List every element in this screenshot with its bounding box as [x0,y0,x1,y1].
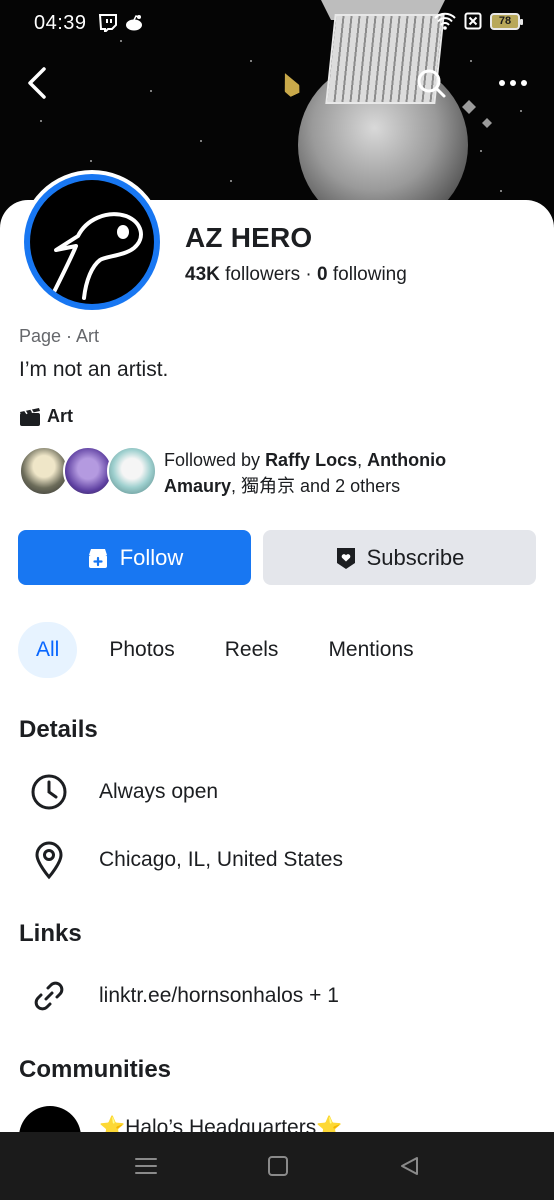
search-button[interactable] [408,60,454,106]
hours-row: Always open [26,770,218,814]
recents-menu-icon[interactable] [132,1154,160,1178]
back-button[interactable] [14,60,60,106]
clapperboard-icon [20,407,40,426]
mutual-avatar [107,446,157,496]
profile-avatar[interactable] [20,170,164,314]
twitch-icon [98,14,117,32]
clock-icon [26,770,72,814]
mutual-followers-text[interactable]: Followed by Raffy Locs, Anthonio Amaury,… [164,447,494,499]
follow-button-label: Follow [119,544,184,570]
reddit-icon [126,15,142,31]
top-nav [0,60,554,108]
mutual-prefix: Followed by [164,450,266,470]
followers-label: followers [225,264,301,285]
following-count: 0 [317,264,328,285]
subscribe-button-label: Subscribe [366,544,465,570]
follow-button[interactable]: Follow [18,530,251,585]
category-tag-label: Art [47,406,73,426]
mutual-suffix: and 2 others [295,476,401,496]
tab-all[interactable]: All [18,622,78,678]
page-title: AZ HERO [185,222,313,253]
subscribe-button[interactable]: Subscribe [263,530,536,585]
wifi-icon [434,12,456,30]
search-icon [417,69,446,98]
following-label: following [332,264,407,285]
profile-tabs: All Photos Reels Mentions [18,622,446,678]
link-icon [26,974,72,1018]
bio-text: I’m not an artist. [19,358,169,381]
mutual-name-plain: 獨角京 [241,476,296,496]
more-dots-icon [499,80,527,86]
link-text: linktr.ee/hornsonhalos + 1 [99,984,339,1007]
more-options-button[interactable] [490,60,536,106]
sim-off-icon [464,12,482,30]
back-triangle-icon[interactable] [396,1154,424,1178]
system-nav-bar [0,1132,554,1200]
follow-stats[interactable]: 43K followers · 0 following [185,264,407,286]
bird-drawing-icon [52,212,143,300]
profile-sheet [0,200,554,1200]
location-text: Chicago, IL, United States [99,848,343,871]
mutual-name: Raffy Locs [265,450,358,470]
follow-plus-icon [88,548,107,568]
mutual-avatars[interactable] [19,446,157,496]
mutual-sep: , [357,450,368,470]
story-ring [24,174,160,310]
location-pin-icon [26,838,72,882]
back-arrow-icon [28,67,46,99]
mutual-sep: , [231,476,242,496]
subscribe-badge-icon [336,547,355,569]
communities-heading: Communities [19,1056,172,1083]
details-heading: Details [19,716,98,743]
status-icons: 78 [434,12,523,30]
link-row[interactable]: linktr.ee/hornsonhalos + 1 [26,974,339,1018]
mutual-avatar [19,446,69,496]
battery-indicator: 78 [490,12,523,30]
status-bar: 04:39 78 [0,0,554,48]
tab-mentions[interactable]: Mentions [310,622,431,678]
links-heading: Links [19,920,82,947]
page-category: Page · Art [19,326,100,346]
avatar-image [30,180,154,304]
hours-text: Always open [99,780,219,803]
cover-debris [482,118,492,128]
followers-count: 43K [185,264,220,285]
status-time: 04:39 [34,12,87,34]
stats-separator: · [305,264,312,285]
category-tag[interactable]: Art [19,406,73,427]
mutual-avatar [63,446,113,496]
location-row[interactable]: Chicago, IL, United States [26,838,343,882]
tab-photos[interactable]: Photos [91,622,192,678]
home-square-icon[interactable] [264,1154,292,1178]
tab-reels[interactable]: Reels [207,622,297,678]
